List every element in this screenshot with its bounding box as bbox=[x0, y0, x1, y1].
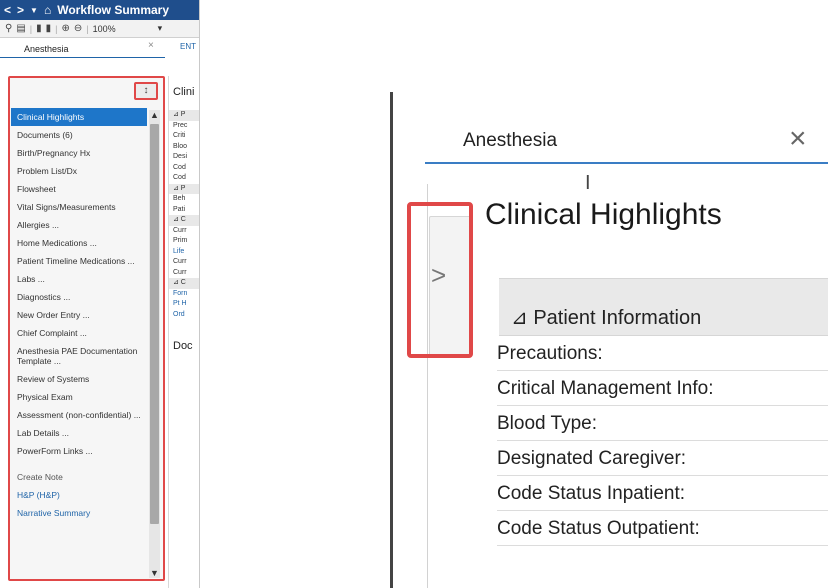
zoom-close-tab-icon[interactable]: × bbox=[789, 122, 807, 156]
toolbar: ⚲ ▤ | ▮ ▮ | ⊕ ⊖ | 100% ▾ bbox=[0, 20, 199, 38]
menu-item[interactable]: Allergies ... bbox=[11, 216, 147, 234]
menu-item[interactable]: Patient Timeline Medications ... bbox=[11, 252, 147, 270]
field-label: Blood Type: bbox=[497, 406, 828, 441]
content-row: Ord bbox=[173, 310, 185, 318]
content-row: Prec bbox=[173, 121, 188, 129]
menu-item[interactable]: Problem List/Dx bbox=[11, 162, 147, 180]
menu-scrollbar[interactable]: ▲ ▼ bbox=[149, 110, 160, 578]
page-forward-icon[interactable]: ▮ bbox=[46, 23, 52, 34]
zoom-level[interactable]: 100% bbox=[93, 24, 116, 34]
pin-icon[interactable]: ↕ bbox=[134, 82, 158, 100]
menu-item[interactable]: Home Medications ... bbox=[11, 234, 147, 252]
content-row: Pati bbox=[173, 205, 186, 213]
menu-item[interactable]: Chief Complaint ... bbox=[11, 324, 147, 342]
menu-item[interactable]: Diagnostics ... bbox=[11, 288, 147, 306]
toolbar-divider: | bbox=[55, 23, 58, 34]
section-header[interactable]: ⊿ Patient Information bbox=[499, 278, 828, 336]
navigation-menu: Clinical Highlights Documents (6) Birth/Pr… bbox=[11, 108, 147, 522]
scroll-up-icon[interactable]: ▲ bbox=[149, 110, 160, 120]
menu-item[interactable]: Documents (6) bbox=[11, 126, 147, 144]
content-row: ⊿ C bbox=[169, 278, 199, 289]
documents-heading: Doc bbox=[173, 340, 193, 352]
zoom-page-title: Clinical Highlights bbox=[485, 198, 722, 231]
content-row: Cod bbox=[173, 163, 186, 171]
menu-item[interactable]: PowerForm Links ... bbox=[11, 442, 147, 460]
tab-overflow[interactable]: ENT bbox=[180, 42, 196, 51]
content-row: Desi bbox=[173, 153, 188, 160]
content-row: Curr bbox=[173, 258, 187, 265]
content-row: Curr bbox=[173, 268, 187, 276]
content-row: ⊿ P bbox=[169, 110, 199, 121]
tab-anesthesia[interactable]: Anesthesia bbox=[0, 44, 165, 58]
back-button[interactable]: < bbox=[4, 3, 11, 17]
toolbar-divider: | bbox=[86, 23, 89, 34]
title-bar: < > ▼ ⌂ Workflow Summary bbox=[0, 0, 199, 20]
zoom-out-icon[interactable]: ⊖ bbox=[74, 23, 82, 34]
content-row: ⊿ C bbox=[169, 215, 199, 226]
content-rows: ⊿ P Prec Criti Bloo Desi Cod Cod ⊿ P Beh Pati ⊿ CC… bbox=[169, 110, 199, 320]
menu-item[interactable]: Vital Signs/Measurements bbox=[11, 198, 147, 216]
patient-information-section: ⊿ Patient Information Precautions: Critic… bbox=[497, 278, 828, 588]
field-label: Precautions: bbox=[497, 336, 828, 371]
zoom-in-icon[interactable]: ⊕ bbox=[62, 23, 70, 34]
menu-item[interactable]: Physical Exam bbox=[11, 388, 147, 406]
note-link[interactable]: H&P (H&P) bbox=[11, 486, 147, 504]
field-label: Critical Management Info: bbox=[497, 371, 828, 406]
left-screenshot: < > ▼ ⌂ Workflow Summary ⚲ ▤ | ▮ ▮ | ⊕ ⊖… bbox=[0, 0, 200, 588]
scroll-thumb[interactable] bbox=[150, 124, 159, 524]
print-icon[interactable]: ▤ bbox=[16, 23, 25, 34]
forward-button[interactable]: > bbox=[17, 3, 24, 17]
menu-item[interactable]: New Order Entry ... bbox=[11, 306, 147, 324]
field-label: Designated Caregiver: bbox=[497, 441, 828, 476]
content-row: Pt H bbox=[173, 300, 187, 307]
tab-row: Anesthesia × ENT bbox=[0, 40, 199, 58]
zoomed-screenshot: Anesthesia × I Clinical Highlights > ⊿ P… bbox=[390, 92, 828, 588]
text-cursor-icon: I bbox=[585, 172, 591, 194]
content-row: Cod bbox=[173, 174, 186, 181]
field-list: Precautions: Critical Management Info: Blo… bbox=[497, 336, 828, 546]
zoom-tab-anesthesia[interactable]: Anesthesia bbox=[463, 130, 557, 152]
content-row: Forn bbox=[173, 289, 188, 297]
field-label: Code Status Outpatient: bbox=[497, 511, 828, 546]
toolbar-divider: | bbox=[29, 23, 33, 34]
menu-item[interactable]: Anesthesia PAE Documentation Template ..… bbox=[11, 342, 147, 370]
note-link[interactable]: Narrative Summary bbox=[11, 504, 147, 522]
scroll-down-icon[interactable]: ▼ bbox=[149, 568, 160, 578]
menu-item[interactable]: Clinical Highlights bbox=[11, 108, 147, 126]
home-icon[interactable]: ⌂ bbox=[44, 3, 51, 17]
content-title: Clini bbox=[173, 86, 195, 98]
field-label: Code Status Inpatient: bbox=[497, 476, 828, 511]
page-back-icon[interactable]: ▮ bbox=[36, 23, 42, 34]
content-row: Prim bbox=[173, 237, 188, 244]
zoom-tab-zone: Anesthesia × bbox=[393, 92, 828, 162]
window-title: Workflow Summary bbox=[57, 3, 170, 17]
content-row: Beh bbox=[173, 195, 186, 202]
binoculars-icon[interactable]: ⚲ bbox=[5, 23, 12, 34]
menu-item[interactable]: Assessment (non-confidential) ... bbox=[11, 406, 147, 424]
content-row: Bloo bbox=[173, 142, 188, 150]
content-row: Criti bbox=[173, 132, 186, 139]
content-row: ⊿ P bbox=[169, 183, 199, 194]
create-note-header: Create Note bbox=[17, 472, 63, 482]
menu-item[interactable]: Flowsheet bbox=[11, 180, 147, 198]
menu-item[interactable]: Lab Details ... bbox=[11, 424, 147, 442]
menu-item[interactable]: Birth/Pregnancy Hx bbox=[11, 144, 147, 162]
dropdown-icon[interactable]: ▼ bbox=[30, 6, 38, 15]
menu-item[interactable]: Labs ... bbox=[11, 270, 147, 288]
zoom-tab-underline bbox=[425, 162, 828, 164]
close-tab-icon[interactable]: × bbox=[148, 40, 154, 51]
content-row: Life bbox=[173, 247, 185, 255]
content-row: Curr bbox=[173, 226, 187, 234]
menu-item[interactable]: Review of Systems bbox=[11, 370, 147, 388]
zoom-dropdown-icon[interactable]: ▾ bbox=[158, 23, 163, 34]
content-column: Clini ⊿ P Prec Criti Bloo Desi Cod Cod ⊿ P Beh Pa… bbox=[168, 76, 199, 588]
chevron-right-icon[interactable]: > bbox=[431, 260, 446, 291]
